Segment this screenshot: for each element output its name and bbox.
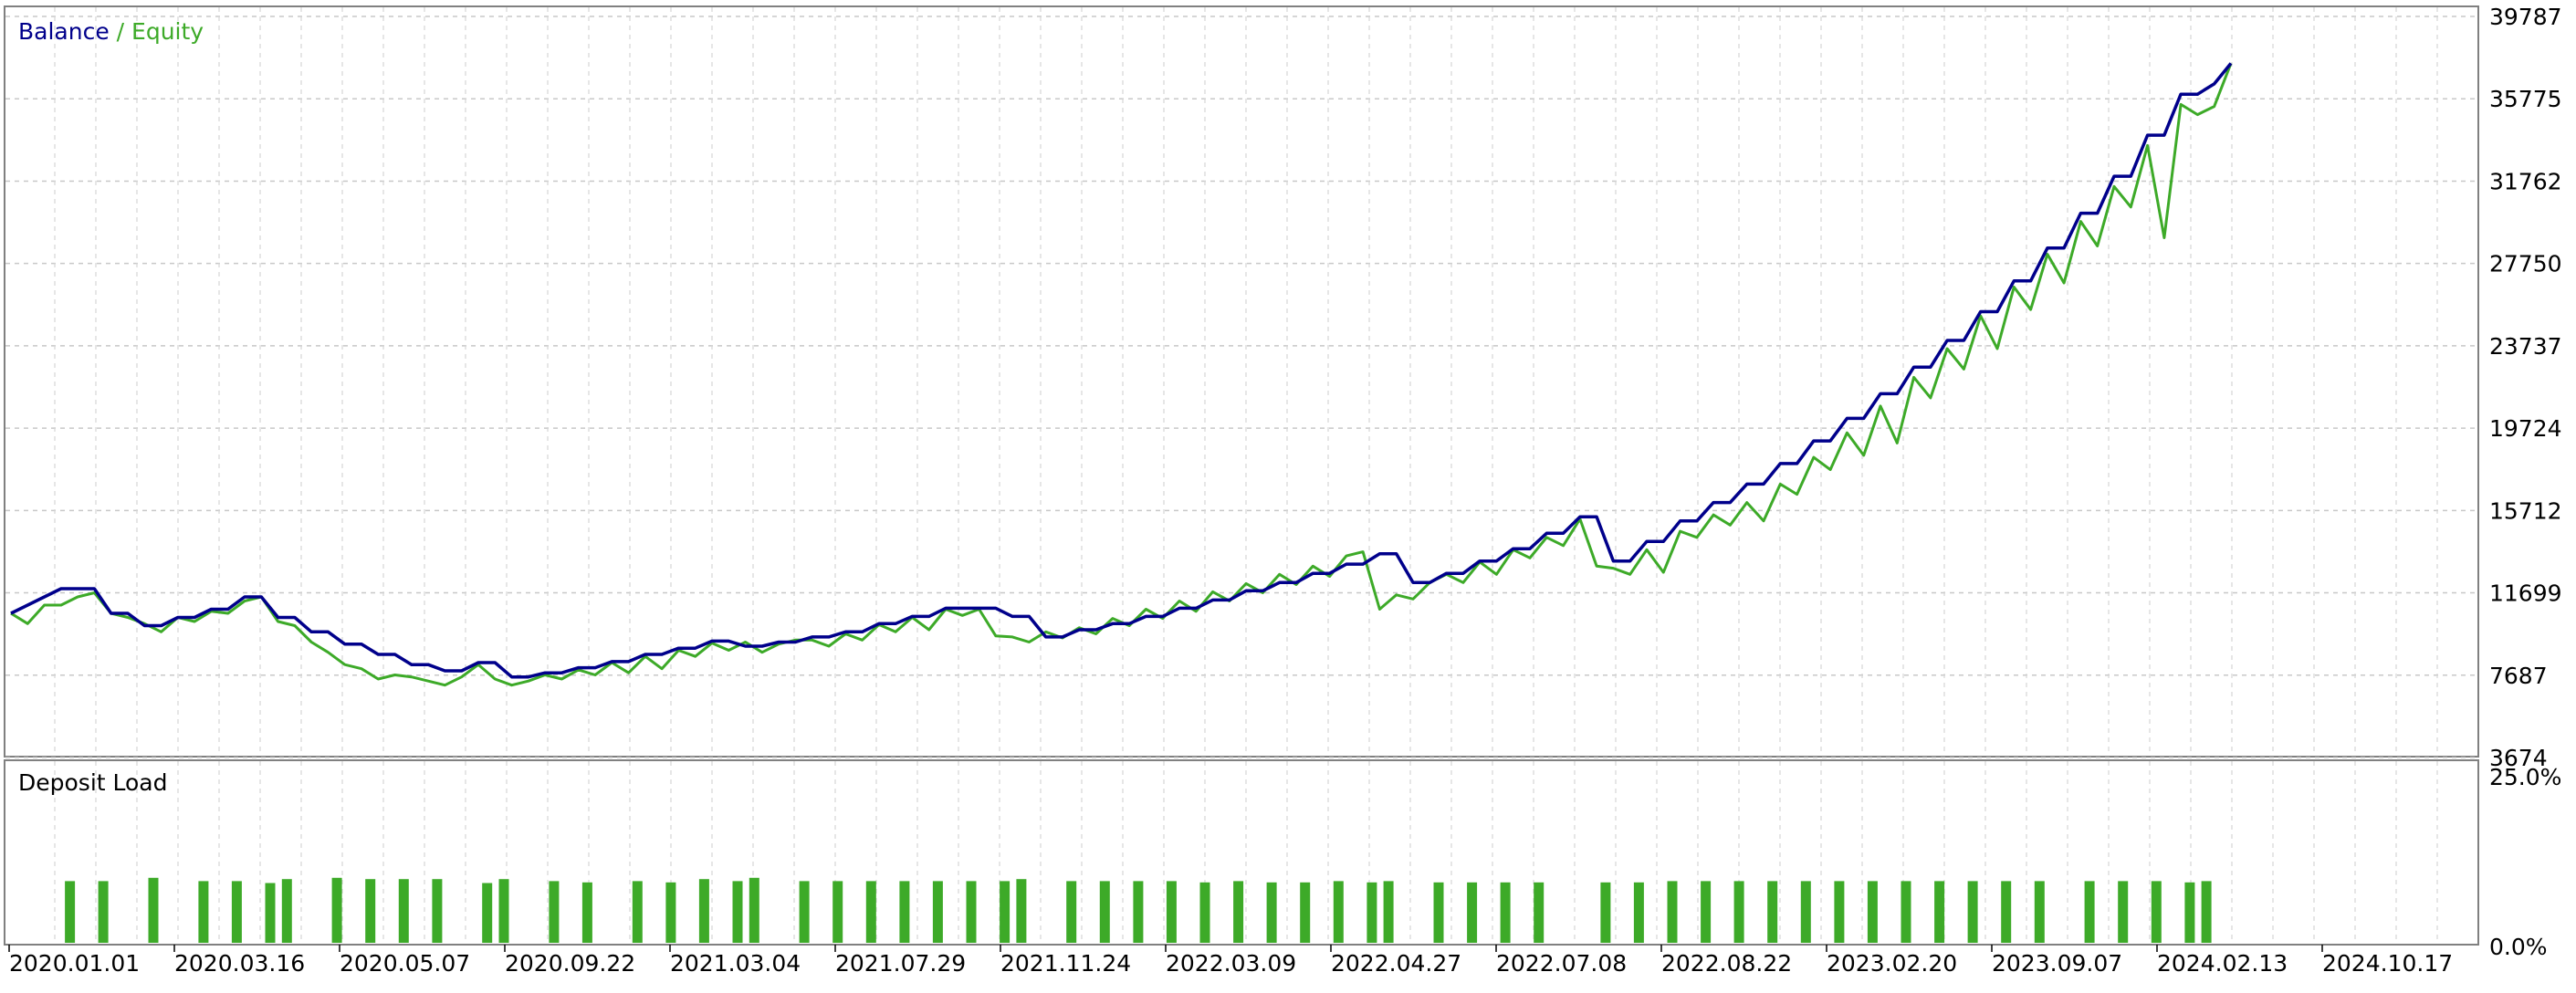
- legend-separator: /: [110, 18, 131, 45]
- deposit-load-bar: [1166, 881, 1177, 943]
- deposit-load-bar: [281, 879, 292, 943]
- deposit-load-bar: [1300, 882, 1311, 943]
- deposit-load-bar: [148, 877, 159, 943]
- deposit-load-bar: [581, 882, 592, 943]
- deposit-load-bar: [398, 879, 409, 943]
- x-tick-label: 2024.10.17: [2322, 950, 2453, 977]
- x-tick-label: 2022.03.09: [1166, 950, 1296, 977]
- deposit-load-bar: [2151, 881, 2162, 943]
- deposit-load-bar: [2118, 881, 2129, 943]
- deposit-load-bar: [1767, 881, 1778, 943]
- deposit-load-bar: [498, 879, 509, 943]
- deposit-load-bar: [966, 881, 977, 943]
- deposit-load-y-top-label: 25.0%: [2489, 764, 2561, 790]
- deposit-load-bar: [1600, 882, 1611, 943]
- deposit-load-bar: [1733, 881, 1744, 943]
- deposit-load-bar: [865, 881, 876, 943]
- deposit-load-bar: [1383, 881, 1394, 943]
- deposit-load-bar: [1633, 882, 1644, 943]
- deposit-load-bar: [1667, 881, 1678, 943]
- x-tick-label: 2022.08.22: [1661, 950, 1792, 977]
- deposit-load-bar: [231, 881, 242, 943]
- deposit-load-bar: [98, 881, 109, 943]
- deposit-load-title: Deposit Load: [18, 769, 168, 796]
- deposit-load-bar: [899, 881, 910, 943]
- deposit-load-bar: [1934, 881, 1945, 943]
- deposit-load-bar: [1066, 881, 1077, 943]
- x-tick-label: 2022.04.27: [1331, 950, 1461, 977]
- deposit-load-bar: [1333, 881, 1344, 943]
- deposit-load-bar: [365, 879, 376, 943]
- deposit-load-bar: [1133, 881, 1144, 943]
- x-tick-label: 2021.11.24: [1000, 950, 1131, 977]
- deposit-load-bar: [1834, 881, 1845, 943]
- deposit-load-bar: [1800, 881, 1811, 943]
- deposit-load-bar: [265, 883, 276, 943]
- date-x-axis: 2020.01.01 2020.03.16 2020.05.07 2020.09.22…: [8, 945, 2453, 977]
- deposit-load-bar: [1000, 881, 1011, 943]
- deposit-load-bar: [482, 883, 493, 943]
- deposit-load-bar: [2084, 881, 2095, 943]
- deposit-load-bar: [632, 881, 643, 943]
- y-tick-label: 31762: [2489, 168, 2562, 194]
- deposit-load-bar: [832, 881, 843, 943]
- deposit-load-bar: [665, 882, 676, 943]
- x-tick-label: 2022.07.08: [1496, 950, 1627, 977]
- x-tick-label: 2023.02.20: [1827, 950, 1957, 977]
- deposit-load-bar: [1867, 881, 1878, 943]
- deposit-load-bar: [1701, 881, 1712, 943]
- deposit-load-bar: [1199, 882, 1210, 943]
- chart-legend: Balance / Equity: [18, 18, 204, 45]
- y-tick-label: 11699: [2489, 580, 2562, 607]
- y-tick-label: 7687: [2489, 663, 2548, 689]
- svg-text:Balance / Equity: Balance / Equity: [18, 18, 204, 45]
- deposit-load-bar: [65, 881, 76, 943]
- x-tick-label: 2020.09.22: [505, 950, 635, 977]
- x-tick-label: 2020.01.01: [9, 950, 140, 977]
- y-tick-label: 23737: [2489, 333, 2562, 360]
- legend-balance-label: Balance: [18, 18, 110, 45]
- deposit-load-bar: [732, 881, 743, 943]
- y-tick-label: 19724: [2489, 415, 2562, 442]
- deposit-load-bar: [1967, 881, 1978, 943]
- deposit-load-bar: [1467, 882, 1478, 943]
- x-tick-label: 2023.09.07: [1992, 950, 2122, 977]
- deposit-load-bar: [749, 877, 759, 943]
- y-tick-label: 39787: [2489, 4, 2562, 30]
- deposit-load-bar: [698, 879, 709, 943]
- legend-equity-label: Equity: [131, 18, 204, 45]
- deposit-load-bar: [1367, 882, 1377, 943]
- deposit-load-bar: [932, 881, 943, 943]
- deposit-load-bar: [549, 881, 560, 943]
- deposit-load-bar: [1266, 882, 1277, 943]
- balance-equity-panel: 39787 35775 31762 27750 23737 19724 15712 11699…: [4, 4, 2562, 771]
- deposit-load-bar: [1500, 882, 1511, 943]
- deposit-load-bar: [1016, 879, 1027, 943]
- y-tick-label: 15712: [2489, 497, 2562, 524]
- deposit-load-bar: [1534, 882, 1545, 943]
- deposit-load-bar: [2184, 882, 2195, 943]
- x-tick-label: 2021.03.04: [670, 950, 801, 977]
- x-tick-label: 2021.07.29: [835, 950, 966, 977]
- deposit-load-bar: [432, 879, 443, 943]
- deposit-load-bar: [1901, 881, 1911, 943]
- x-tick-label: 2020.05.07: [340, 950, 470, 977]
- deposit-load-bar: [2034, 881, 2045, 943]
- deposit-load-bar: [331, 877, 342, 943]
- balance-equity-plot-frame: [4, 5, 2479, 758]
- deposit-load-bar: [799, 881, 810, 943]
- deposit-load-panel: Deposit Load 25.0% 0.0%: [4, 759, 2561, 960]
- x-tick-label: 2020.03.16: [174, 950, 305, 977]
- deposit-load-bar: [1433, 882, 1444, 943]
- x-tick-label: 2024.02.13: [2157, 950, 2288, 977]
- y-tick-label: 35775: [2489, 86, 2562, 112]
- deposit-load-bar: [2001, 881, 2012, 943]
- deposit-load-bar: [198, 881, 209, 943]
- backtest-chart: 39787 35775 31762 27750 23737 19724 15712 11699…: [0, 0, 2576, 993]
- y-tick-label: 27750: [2489, 251, 2562, 277]
- deposit-load-bar: [2201, 881, 2212, 943]
- deposit-load-bar: [1099, 881, 1110, 943]
- deposit-load-bar: [1233, 881, 1244, 943]
- deposit-load-y-bottom-label: 0.0%: [2489, 934, 2548, 960]
